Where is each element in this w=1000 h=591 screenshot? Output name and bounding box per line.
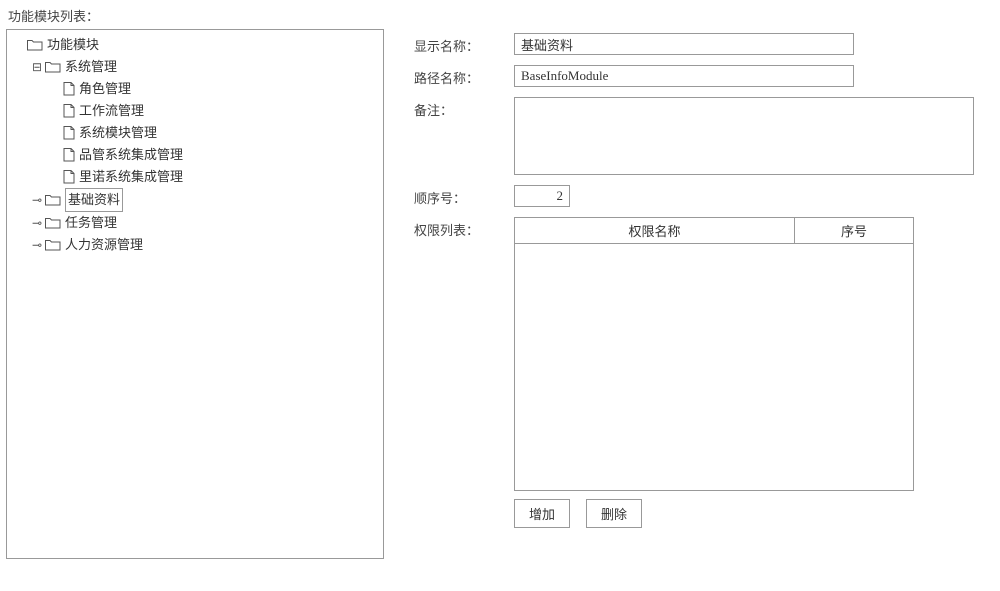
add-button[interactable]: 增加: [514, 499, 570, 528]
tree-leaf[interactable]: - 工作流管理: [49, 100, 377, 122]
perm-table-body[interactable]: [515, 244, 913, 490]
tree-leaf[interactable]: - 品管系统集成管理: [49, 144, 377, 166]
folder-icon: [45, 61, 61, 73]
module-tree-panel[interactable]: - 功能模块 ⊟ 系统管理 - 角色管理 - 工作流管理: [6, 29, 384, 559]
tree-leaf[interactable]: - 里诺系统集成管理: [49, 166, 377, 188]
file-icon: [63, 170, 75, 184]
detail-form-panel: 显示名称： 路径名称： 备注： 顺序号： 权限列表： 权限名称 序号: [384, 29, 994, 559]
tree-leaf-label: 系统模块管理: [79, 122, 157, 144]
tree-leaf-label: 品管系统集成管理: [79, 144, 183, 166]
tree-node-label: 人力资源管理: [65, 234, 143, 256]
toggle-icon[interactable]: ⊸: [31, 189, 43, 211]
folder-icon: [45, 194, 61, 206]
perm-table-header: 权限名称 序号: [515, 218, 913, 244]
folder-icon: [45, 217, 61, 229]
label-display-name: 显示名称：: [414, 33, 514, 55]
tree-leaf-label: 里诺系统集成管理: [79, 166, 183, 188]
perm-table[interactable]: 权限名称 序号: [514, 217, 914, 491]
input-remark[interactable]: [514, 97, 974, 175]
toggle-icon[interactable]: ⊟: [31, 56, 43, 78]
page-title: 功能模块列表：: [0, 0, 1000, 29]
label-order: 顺序号：: [414, 185, 514, 207]
tree-leaf[interactable]: - 系统模块管理: [49, 122, 377, 144]
perm-header-seq: 序号: [795, 218, 913, 243]
input-path-name[interactable]: [514, 65, 854, 87]
tree-node-task-mgmt[interactable]: ⊸ 任务管理: [31, 212, 377, 234]
folder-icon: [45, 239, 61, 251]
file-icon: [63, 82, 75, 96]
tree-leaf-label: 工作流管理: [79, 100, 144, 122]
tree-node-hr-mgmt[interactable]: ⊸ 人力资源管理: [31, 234, 377, 256]
tree-root-label: 功能模块: [47, 34, 99, 56]
input-order[interactable]: [514, 185, 570, 207]
input-display-name[interactable]: [514, 33, 854, 55]
tree-node-label: 基础资料: [65, 188, 123, 212]
label-remark: 备注：: [414, 97, 514, 119]
label-perm-list: 权限列表：: [414, 217, 514, 239]
perm-list-container: 权限名称 序号 增加 删除: [514, 217, 914, 528]
tree-node-base-info[interactable]: ⊸ 基础资料: [31, 188, 377, 212]
tree-leaf[interactable]: - 角色管理: [49, 78, 377, 100]
folder-icon: [27, 39, 43, 51]
file-icon: [63, 104, 75, 118]
file-icon: [63, 126, 75, 140]
perm-button-row: 增加 删除: [514, 499, 914, 528]
tree-node-label: 任务管理: [65, 212, 117, 234]
toggle-icon[interactable]: ⊸: [31, 234, 43, 256]
tree-root[interactable]: - 功能模块: [13, 34, 377, 56]
label-path-name: 路径名称：: [414, 65, 514, 87]
perm-header-name: 权限名称: [515, 218, 795, 243]
tree-node-system-mgmt[interactable]: ⊟ 系统管理: [31, 56, 377, 78]
delete-button[interactable]: 删除: [586, 499, 642, 528]
tree-node-label: 系统管理: [65, 56, 117, 78]
main-container: - 功能模块 ⊟ 系统管理 - 角色管理 - 工作流管理: [0, 29, 1000, 559]
file-icon: [63, 148, 75, 162]
toggle-icon[interactable]: ⊸: [31, 212, 43, 234]
tree-leaf-label: 角色管理: [79, 78, 131, 100]
